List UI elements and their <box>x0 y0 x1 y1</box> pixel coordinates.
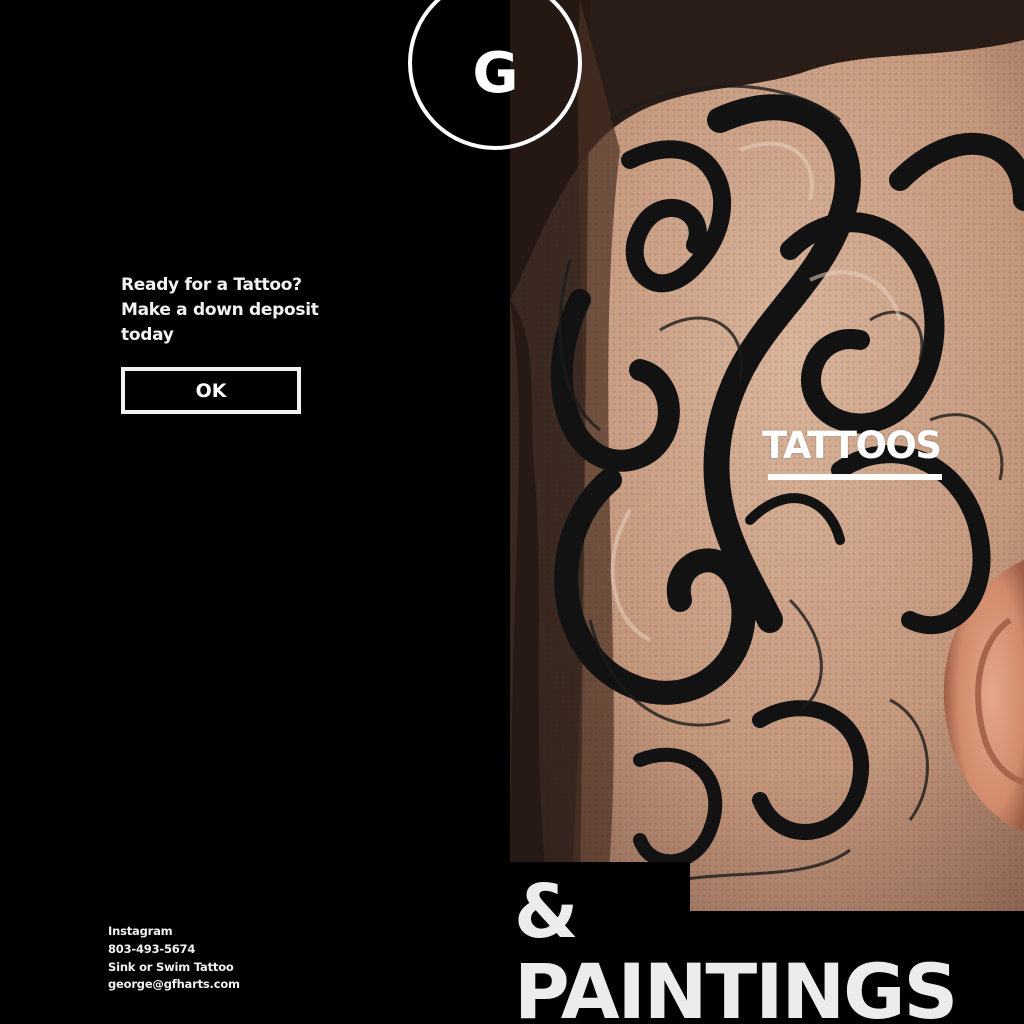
nav-link-underline <box>768 474 942 480</box>
headline-word: PAINTINGS <box>514 947 958 1024</box>
instagram-link[interactable]: Instagram <box>108 923 240 941</box>
promo-message: Ready for a Tattoo? Make a down deposit … <box>121 273 331 348</box>
promo-line-3: today <box>121 325 174 345</box>
nav-link-tattoos-label: TATTOOS <box>762 424 942 467</box>
promo-line-1: Ready for a Tattoo? <box>121 275 302 295</box>
logo-letter: G <box>472 40 519 106</box>
promo-line-2: Make a down deposit <box>121 300 319 320</box>
nav-link-tattoos[interactable]: TATTOOS <box>762 424 942 480</box>
contact-info: Instagram 803-493-5674 Sink or Swim Tatt… <box>108 923 240 994</box>
email-link[interactable]: george@gfharts.com <box>108 976 240 994</box>
studio-link[interactable]: Sink or Swim Tattoo <box>108 959 240 977</box>
phone-link[interactable]: 803-493-5674 <box>108 941 240 959</box>
deposit-promo: Ready for a Tattoo? Make a down deposit … <box>121 273 331 414</box>
paintings-headline[interactable]: & PAINTINGS <box>514 862 958 1024</box>
headline-ampersand: & <box>514 869 579 955</box>
ok-button[interactable]: OK <box>121 367 301 414</box>
